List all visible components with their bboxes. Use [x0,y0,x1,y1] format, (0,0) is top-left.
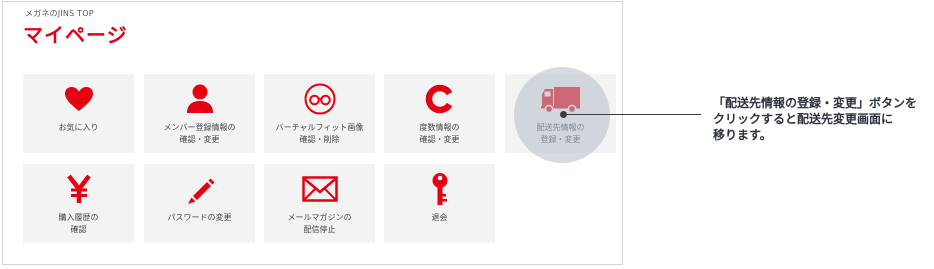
delivery-truck-icon [540,87,580,114]
withdraw-button[interactable]: 退会 [384,164,495,243]
favorites-label: お気に入り [58,123,99,132]
withdraw-label: 退会 [431,213,448,222]
prescription-label: 度数情報の 確認・変更 [419,123,460,144]
yen-icon [66,174,91,203]
purchase-history-label: 購入履歴の 確認 [58,213,99,234]
envelope-icon [301,176,338,202]
page-title: マイページ [23,23,128,47]
newsletter-unsubscribe-button[interactable]: メールマガジンの 配信停止 [264,164,375,243]
callout-text: 「配送先情報の登録・変更」ボタンを クリックすると配送先変更画面に 移ります。 [713,96,918,142]
member-info-button[interactable]: メンバー登録情報の 確認・変更 [144,74,255,153]
change-password-label: パスワードの変更 [167,213,232,222]
newsletter-unsubscribe-label: メールマガジンの 配信停止 [287,213,352,234]
virtual-fit-button[interactable]: バーチャルフィット画像 確認・削除 [264,74,375,153]
callout-pointer-dot [560,111,567,118]
callout-leader-line [563,114,701,115]
pencil-icon [187,178,214,204]
shipping-address-label: 配送先情報の 登録・変更 [536,123,585,144]
heart-icon [64,87,93,111]
member-info-label: メンバー登録情報の 確認・変更 [163,123,236,144]
virtual-fit-label: バーチャルフィット画像 確認・削除 [275,123,364,144]
prescription-button[interactable]: 度数情報の 確認・変更 [384,74,495,153]
breadcrumb-top-link[interactable]: メガネのJINS TOP [25,8,94,19]
favorites-button[interactable]: お気に入り [23,74,134,153]
glasses-icon [304,83,335,115]
purchase-history-button[interactable]: 購入履歴の 確認 [23,164,134,243]
letter-c-icon [425,84,452,114]
person-icon [186,84,213,113]
key-icon [432,173,447,205]
change-password-button[interactable]: パスワードの変更 [144,164,255,243]
